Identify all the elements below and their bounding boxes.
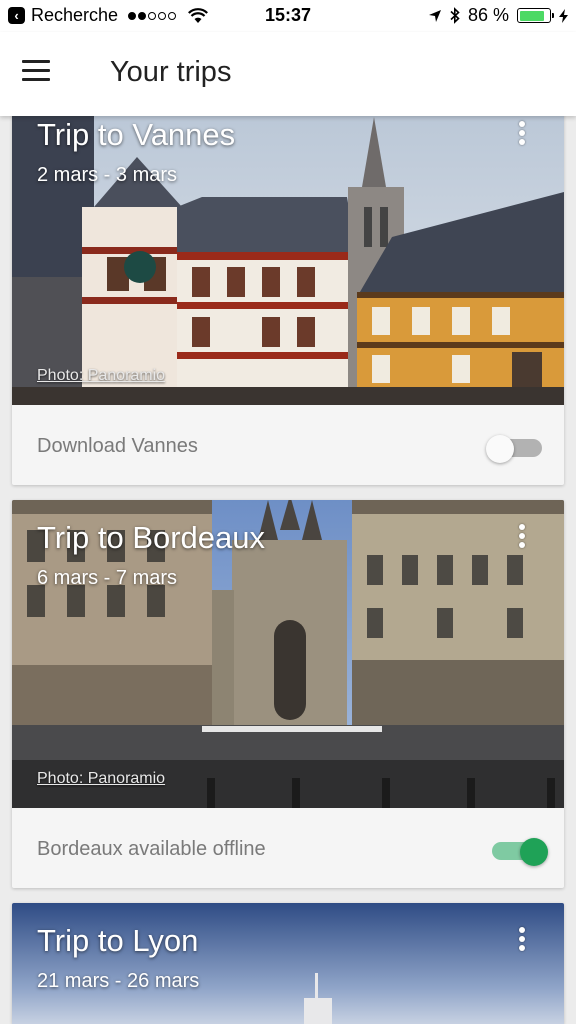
trip-card-footer: Download Vannes bbox=[12, 405, 564, 485]
trip-dates: 6 mars - 7 mars bbox=[37, 567, 178, 589]
download-label: Download Vannes bbox=[37, 435, 198, 457]
trip-photo-vannes[interactable]: Trip to Vannes 2 mars - 3 mars Photo: Pa… bbox=[12, 97, 564, 405]
trip-title: Trip to Vannes bbox=[37, 117, 236, 152]
photo-credit-link[interactable]: Photo: Panoramio bbox=[37, 367, 165, 385]
battery-percentage: 86 % bbox=[467, 5, 509, 25]
charging-bolt-icon bbox=[559, 8, 568, 23]
trip-title: Trip to Lyon bbox=[37, 923, 199, 958]
trip-photo-lyon[interactable]: Trip to Lyon 21 mars - 26 mars bbox=[12, 903, 564, 1024]
trip-dates: 21 mars - 26 mars bbox=[37, 970, 200, 992]
offline-status-label: Bordeaux available offline bbox=[37, 838, 266, 860]
page-title: Your trips bbox=[110, 56, 232, 88]
trip-card-vannes[interactable]: Trip to Vannes 2 mars - 3 mars Photo: Pa… bbox=[12, 97, 564, 485]
more-options-icon[interactable] bbox=[512, 927, 532, 955]
trip-card-lyon[interactable]: Trip to Lyon 21 mars - 26 mars bbox=[12, 903, 564, 1024]
trip-photo-bordeaux[interactable]: Trip to Bordeaux 6 mars - 7 mars Photo: … bbox=[12, 500, 564, 808]
location-arrow-icon bbox=[428, 9, 441, 22]
trip-dates: 2 mars - 3 mars bbox=[37, 164, 178, 186]
status-bar-right: 86 % bbox=[428, 5, 568, 26]
trip-title: Trip to Bordeaux bbox=[37, 520, 266, 555]
trip-card-footer: Bordeaux available offline bbox=[12, 808, 564, 888]
offline-toggle[interactable] bbox=[486, 435, 544, 463]
more-options-icon[interactable] bbox=[512, 524, 532, 552]
battery-icon bbox=[517, 8, 554, 23]
app-bar: Your trips bbox=[0, 32, 576, 116]
offline-toggle[interactable] bbox=[488, 838, 548, 866]
hamburger-menu-icon[interactable] bbox=[22, 60, 56, 88]
status-bar: ‹ Recherche 15:37 86 % bbox=[0, 0, 576, 32]
trip-card-bordeaux[interactable]: Trip to Bordeaux 6 mars - 7 mars Photo: … bbox=[12, 500, 564, 888]
bluetooth-icon bbox=[450, 7, 460, 24]
photo-credit-link[interactable]: Photo: Panoramio bbox=[37, 770, 165, 788]
more-options-icon[interactable] bbox=[512, 121, 532, 149]
